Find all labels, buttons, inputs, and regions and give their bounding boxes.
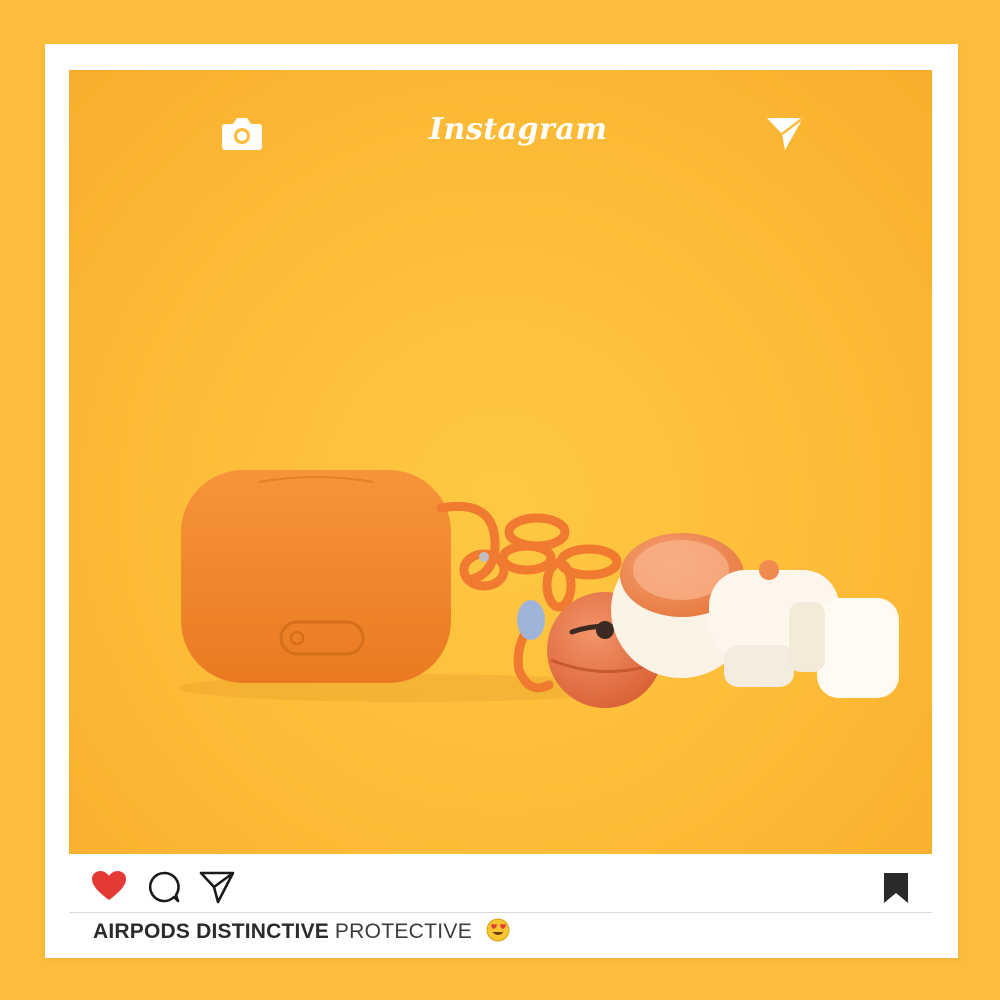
post-caption: AIRPODS DISTINCTIVE PROTECTIVE bbox=[93, 918, 510, 946]
comment-icon[interactable] bbox=[147, 870, 181, 904]
post-photo: Instagram bbox=[69, 70, 932, 854]
caption-bold: AIRPODS DISTINCTIVE bbox=[93, 920, 329, 943]
metal-ring bbox=[479, 552, 489, 562]
camera-icon[interactable] bbox=[221, 114, 263, 152]
share-icon[interactable] bbox=[199, 870, 235, 904]
caption-regular: PROTECTIVE bbox=[334, 920, 473, 943]
divider bbox=[69, 912, 932, 913]
blue-link bbox=[517, 600, 545, 640]
airpods-case bbox=[181, 470, 451, 683]
instagram-logo: Instagram bbox=[429, 112, 608, 147]
heart-eyes-emoji-icon bbox=[486, 918, 510, 942]
paper-plane-icon[interactable] bbox=[765, 114, 805, 152]
post-actions bbox=[69, 862, 932, 912]
bookmark-icon[interactable] bbox=[883, 872, 909, 904]
heart-icon[interactable] bbox=[91, 870, 127, 902]
product-scene bbox=[179, 470, 899, 708]
